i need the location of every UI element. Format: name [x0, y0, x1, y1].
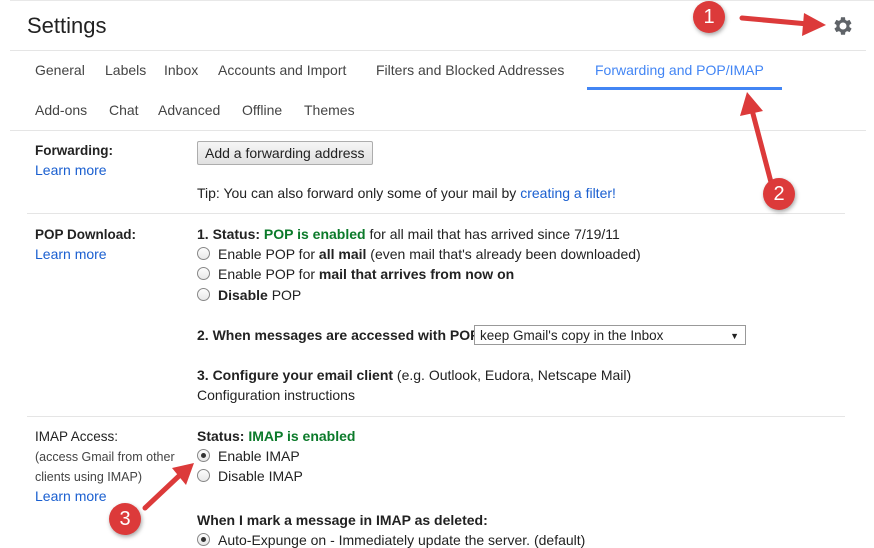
annotation-marker-2: 2: [763, 178, 795, 210]
arrow-2-head: [740, 92, 763, 116]
arrow-1: [739, 15, 811, 27]
arrow-3: [142, 472, 183, 511]
arrow-1-head: [802, 13, 826, 36]
annotation-arrows: [142, 13, 826, 511]
annotation-marker-1: 1: [693, 1, 725, 33]
annotation-marker-3: 3: [109, 503, 141, 535]
arrow-2: [749, 107, 775, 189]
